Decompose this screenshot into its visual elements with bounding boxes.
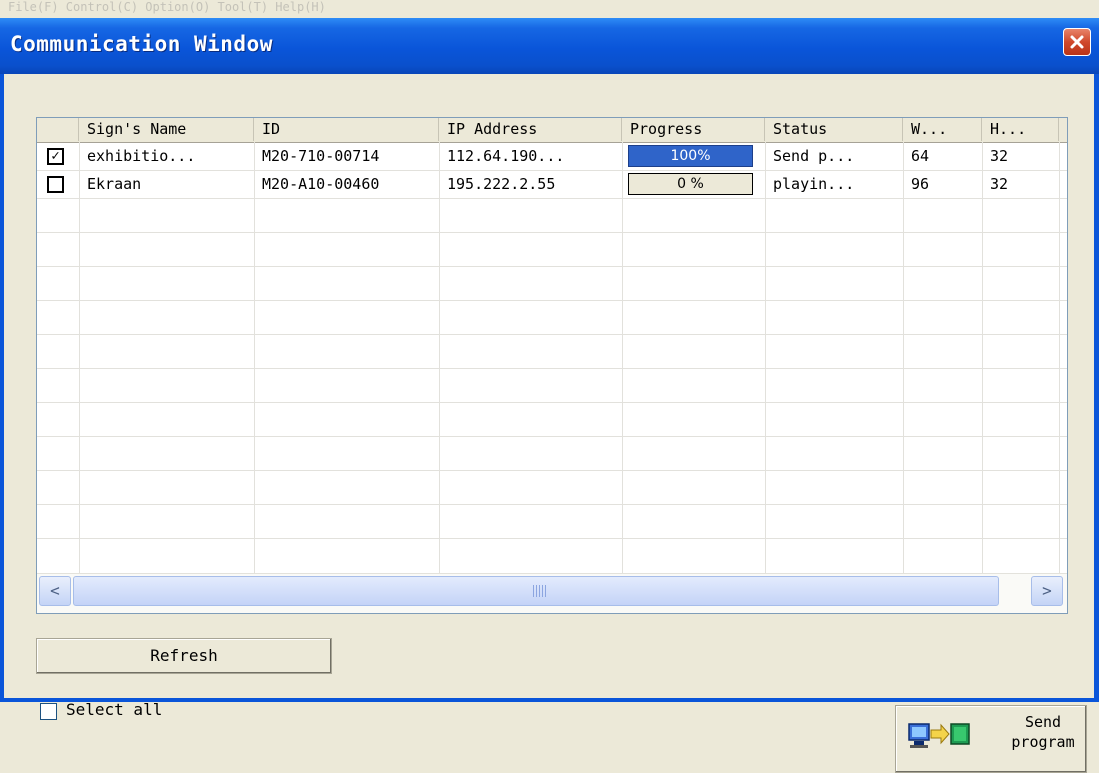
column-header-filler	[1059, 118, 1067, 141]
column-header-select[interactable]	[37, 118, 79, 141]
scroll-left-button[interactable]: <	[39, 576, 71, 606]
status-cell: playin...	[773, 175, 855, 193]
scroll-right-icon: >	[1042, 581, 1052, 600]
grid-line	[37, 538, 1067, 539]
close-icon	[1070, 35, 1084, 49]
select-all-checkbox[interactable]	[40, 703, 57, 720]
title-bar[interactable]: Communication Window	[0, 18, 1099, 74]
width-cell: 64	[911, 147, 930, 165]
window-client-area: Sign's Name ID IP Address Progress Statu…	[4, 74, 1094, 773]
id-cell: M20-A10-00460	[262, 175, 380, 193]
grid-line	[37, 198, 1067, 199]
column-header-ip[interactable]: IP Address	[439, 118, 622, 141]
grid-line	[37, 232, 1067, 233]
grid-line	[622, 142, 623, 574]
id-cell: M20-710-00714	[262, 147, 380, 165]
grid-line	[37, 504, 1067, 505]
grid-line	[37, 470, 1067, 471]
grid-line	[37, 266, 1067, 267]
progress-bar: 100%	[628, 145, 753, 167]
close-button[interactable]	[1063, 28, 1091, 56]
column-header-width[interactable]: W...	[903, 118, 982, 141]
progress-bar: 0 %	[628, 173, 753, 195]
column-header-name[interactable]: Sign's Name	[79, 118, 254, 141]
send-program-label: Send program	[1011, 713, 1075, 751]
grid-line	[37, 300, 1067, 301]
status-cell: Send p...	[773, 147, 855, 165]
ip-cell: 112.64.190...	[447, 147, 565, 165]
grid-line	[79, 142, 80, 574]
table-header: Sign's Name ID IP Address Progress Statu…	[37, 118, 1067, 143]
grid-line	[37, 436, 1067, 437]
column-header-id[interactable]: ID	[254, 118, 439, 141]
column-header-progress[interactable]: Progress	[622, 118, 765, 141]
select-all-label[interactable]: Select all	[66, 699, 162, 721]
width-cell: 96	[911, 175, 930, 193]
height-cell: 32	[990, 147, 1009, 165]
scroll-left-icon: <	[50, 581, 60, 600]
send-program-button[interactable]: Send program	[895, 705, 1087, 773]
ip-cell: 195.222.2.55	[447, 175, 556, 193]
grid-line	[765, 142, 766, 574]
row-checkbox[interactable]	[47, 176, 64, 193]
sign-name-cell: Ekraan	[87, 175, 142, 193]
background-menu-bar: File(F) Control(C) Option(O) Tool(T) Hel…	[0, 0, 1099, 18]
horizontal-scrollbar[interactable]: < >	[37, 573, 1067, 613]
refresh-button[interactable]: Refresh	[36, 638, 332, 674]
send-program-icon	[908, 723, 970, 748]
window-title: Communication Window	[10, 32, 273, 56]
row-checkbox[interactable]: ✓	[47, 148, 64, 165]
grip-icon	[533, 585, 547, 597]
grid-line	[37, 334, 1067, 335]
scrollbar-thumb[interactable]	[73, 576, 999, 606]
communication-window: Communication Window Sign's Name ID IP A…	[0, 18, 1099, 773]
grid-line	[37, 402, 1067, 403]
grid-line	[439, 142, 440, 574]
signs-table: Sign's Name ID IP Address Progress Statu…	[36, 117, 1068, 614]
grid-line	[903, 142, 904, 574]
scroll-right-button[interactable]: >	[1031, 576, 1063, 606]
column-header-status[interactable]: Status	[765, 118, 903, 141]
grid-line	[982, 142, 983, 574]
grid-line	[1059, 142, 1060, 574]
sign-name-cell: exhibitio...	[87, 147, 196, 165]
height-cell: 32	[990, 175, 1009, 193]
grid-line	[37, 368, 1067, 369]
column-header-height[interactable]: H...	[982, 118, 1059, 141]
grid-line	[254, 142, 255, 574]
